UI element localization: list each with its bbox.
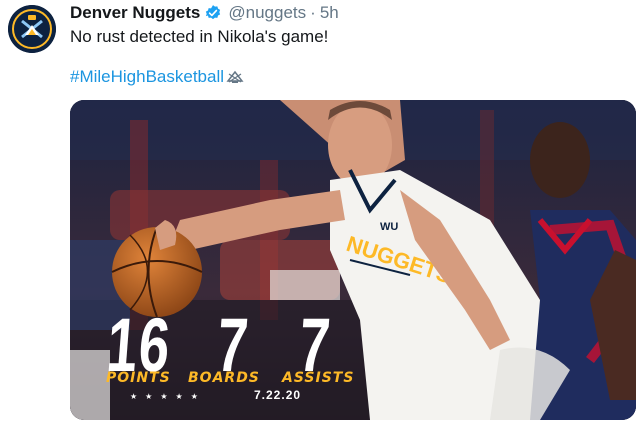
timestamp[interactable]: 5h — [320, 3, 339, 23]
verified-badge-icon — [204, 4, 222, 22]
tweet-text: No rust detected in Nikola's game! — [70, 27, 329, 46]
separator-dot: · — [310, 3, 316, 22]
game-date: 7.22.20 — [254, 388, 302, 402]
hashtag-line: #MileHighBasketball — [70, 66, 244, 88]
tweet-media-image[interactable]: NUGGETS WU 16 7 7 POINTS BOARDS ASSISTS … — [70, 100, 636, 420]
nuggets-hashflag-icon — [226, 68, 244, 86]
jersey-patch: WU — [380, 221, 398, 233]
nuggets-logo-icon — [8, 5, 56, 53]
points-label: POINTS — [106, 370, 171, 386]
boards-label: BOARDS — [188, 370, 260, 386]
avatar[interactable] — [8, 5, 56, 53]
stars-row: ★★★★★ — [130, 392, 206, 401]
handle[interactable]: @nuggets — [228, 3, 306, 23]
assists-label: ASSISTS — [282, 370, 355, 386]
tweet-header: Denver Nuggets @nuggets · 5h — [70, 2, 339, 24]
display-name[interactable]: Denver Nuggets — [70, 3, 200, 23]
hashtag-link[interactable]: #MileHighBasketball — [70, 66, 224, 88]
